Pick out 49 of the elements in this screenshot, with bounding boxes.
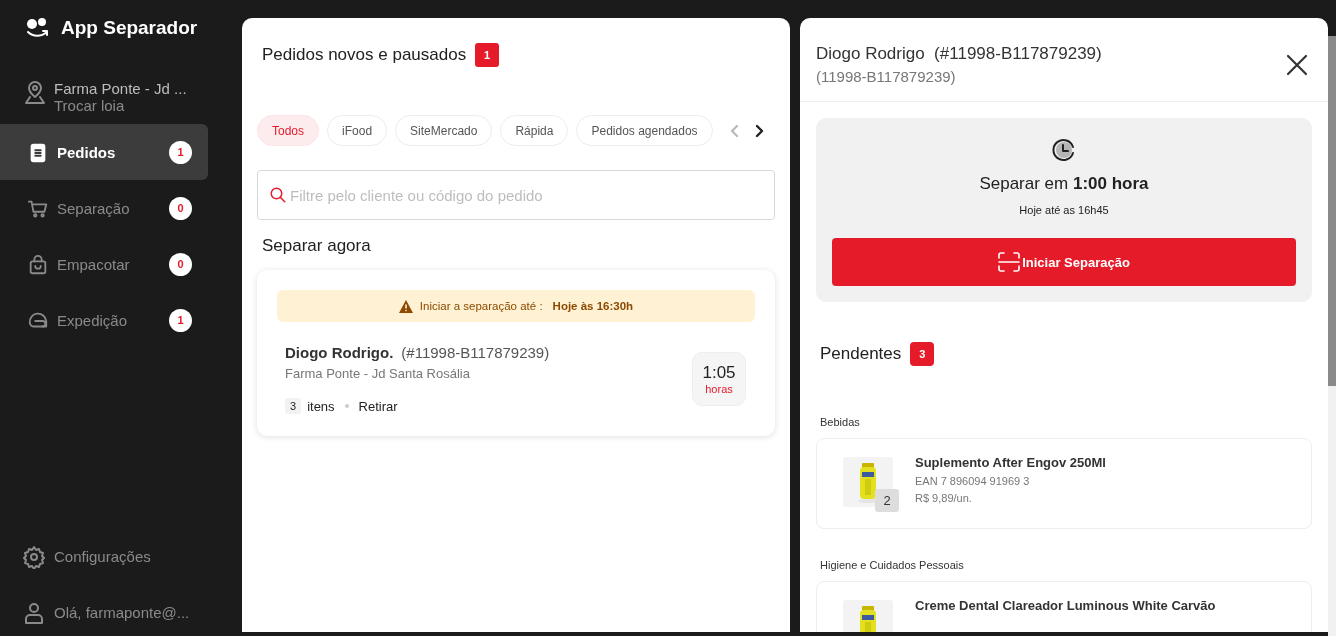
- count-badge: 0: [169, 252, 192, 276]
- nav-item[interactable]: Expedição 1: [0, 292, 208, 348]
- timer-text: Separar em 1:00 hora: [979, 174, 1149, 194]
- timer-note: Hoje até as 16h45: [1019, 204, 1109, 216]
- alert-text: Iniciar a separação até :: [419, 300, 543, 312]
- count-badge: 1: [169, 308, 192, 332]
- item-count: 3: [285, 398, 302, 414]
- count-badge: 1: [169, 140, 192, 164]
- search-field[interactable]: Filtre pelo cliente ou código do pedido: [257, 170, 775, 220]
- order-title: Diogo Rodrigo (#11998-B117879239): [816, 44, 1103, 64]
- app-title: App Separador: [61, 17, 198, 39]
- items-label: itens: [307, 398, 335, 414]
- product-price: R$ 9,89/un.: [915, 492, 973, 504]
- time-value: 1:05: [702, 363, 736, 383]
- product-card[interactable]: Creme Dental Clareador Luminous White Carvão: [816, 581, 1312, 632]
- filter-chip[interactable]: iFood: [327, 115, 388, 146]
- order-subtitle: (11998-B117879239): [816, 68, 957, 85]
- deadline-text: Hoje às 16:30h: [552, 300, 634, 312]
- delivery-type: Retirar: [358, 398, 398, 414]
- order-code: (#11998-B117879239): [401, 344, 550, 361]
- count-badge: 3: [910, 342, 935, 366]
- product-card[interactable]: 2 Suplemento After Engov 250Ml EAN 7 896094 91969 3 R$ 9,89/un.: [816, 438, 1312, 529]
- filter-chip[interactable]: Rápida: [500, 115, 569, 146]
- section-title: Pendentes: [820, 344, 902, 364]
- filter-chip[interactable]: SiteMercado: [395, 115, 493, 146]
- product-name: Creme Dental Clareador Luminous White Carvão: [915, 598, 1216, 613]
- category-label: Higiene e Cuidados Pessoais: [820, 559, 965, 571]
- nav-item[interactable]: Pedidos 1: [0, 124, 208, 180]
- order-card[interactable]: Iniciar a separação até : Hoje às 16:30h Diogo Rodrigo. (#11998-B117879239) Farma Ponte - Jd Santa Rosália 3 itens Retirar 1:05 horas: [257, 270, 775, 436]
- count-badge: 1: [475, 43, 500, 67]
- nav-item[interactable]: Empacotar 0: [0, 236, 208, 292]
- product-ean: EAN 7 896094 91969 3: [915, 475, 1031, 487]
- store-name: Farma Ponte - Jd Santa Rosália: [285, 366, 471, 381]
- customer-name: Diogo Rodrigo.: [285, 344, 394, 361]
- time-unit: horas: [705, 383, 733, 395]
- settings-link[interactable]: Configurações: [54, 547, 151, 565]
- filter-chip[interactable]: Pedidos agendados: [576, 115, 713, 146]
- quantity-badge: 2: [875, 489, 899, 512]
- store-name: Farma Ponte - Jd ...: [54, 80, 187, 97]
- category-label: Bebidas: [820, 416, 861, 428]
- nav-item[interactable]: Separação 0: [0, 180, 208, 236]
- section-title: Separar agora: [262, 236, 372, 256]
- count-badge: 0: [169, 196, 192, 220]
- start-button[interactable]: Iniciar Separação: [832, 238, 1296, 286]
- filter-chip[interactable]: Todos: [257, 115, 320, 146]
- user-menu[interactable]: Olá, farmaponte@...: [54, 603, 190, 621]
- change-store-link[interactable]: Trocar loia: [54, 97, 187, 114]
- product-name: Suplemento After Engov 250Ml: [915, 455, 1106, 470]
- panel-title: Pedidos novos e pausados: [262, 45, 467, 65]
